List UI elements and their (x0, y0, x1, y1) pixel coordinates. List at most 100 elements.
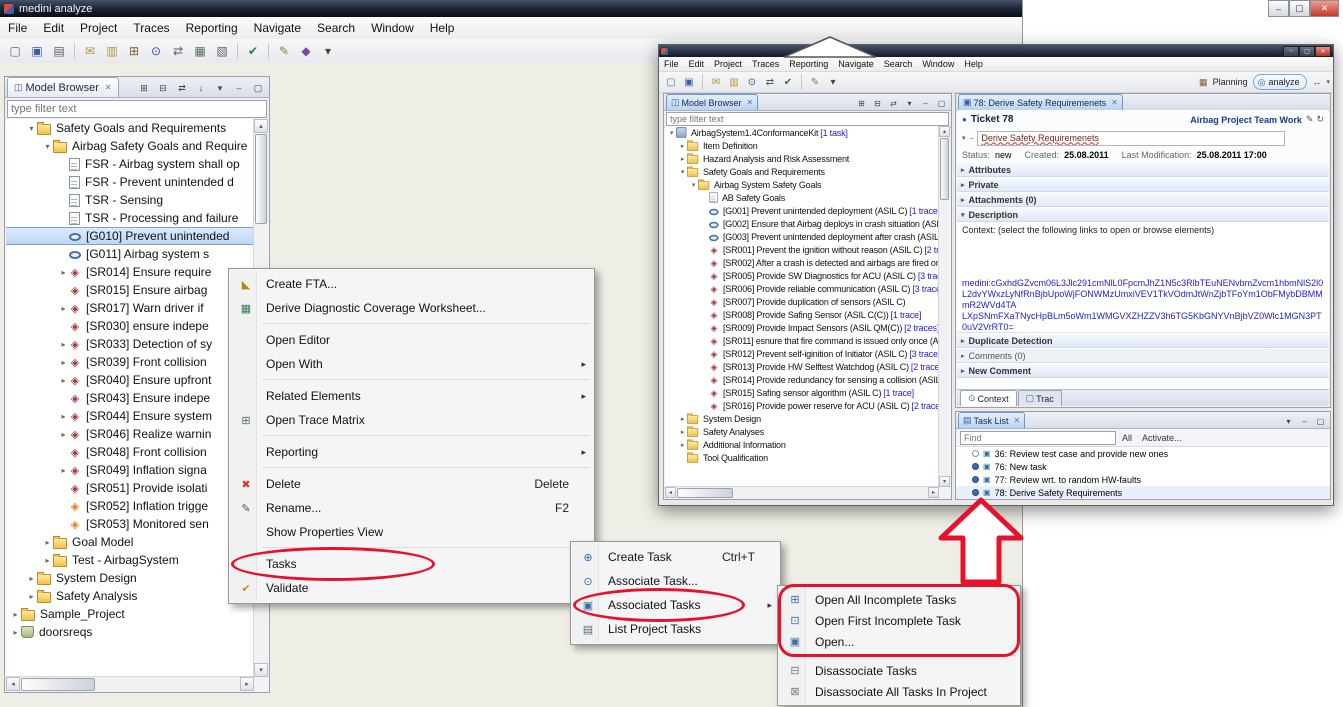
menu-file[interactable]: File (659, 59, 684, 69)
tree-item[interactable]: ▸◈[SR044] Ensure system (6, 407, 254, 425)
menu-item-open-editor[interactable]: Open Editor (230, 328, 593, 352)
footer-tab-context[interactable]: ⊙Context (960, 390, 1017, 406)
section-description[interactable]: ▾Description (957, 207, 1329, 222)
task-list-item[interactable]: ▣77: Review wrt. to random HW-faults (956, 473, 1330, 486)
menu-item-create-fta[interactable]: ◣Create FTA... (230, 272, 593, 296)
tree-item[interactable]: ◈[SR015] Ensure airbag (6, 281, 254, 299)
tree-item[interactable]: [G010] Prevent unintended (6, 227, 254, 245)
menu-edit[interactable]: Edit (35, 19, 72, 37)
scroll-left-icon[interactable]: ◂ (665, 487, 676, 498)
expand-arrow-icon[interactable]: ▸ (42, 538, 53, 547)
menu-item-open-trace-matrix[interactable]: ⊞Open Trace Matrix (230, 408, 593, 432)
tree-item[interactable]: ◈[SR013] Provide HW Selftest Watchdog (A… (665, 360, 939, 373)
medini-link[interactable]: LXpSNmFXaTNycHpBLm5oWm1WMGVXZHZZV3h6TG5K… (962, 311, 1325, 333)
perspective-planning[interactable]: Planning (1213, 77, 1248, 87)
edit-model-icon[interactable]: ✎ (273, 40, 295, 62)
tree-item[interactable]: ◈[SR030] ensure indepe (6, 317, 254, 335)
team-link[interactable]: Airbag Project Team Work (1190, 115, 1302, 125)
section-attributes[interactable]: ▸Attributes (957, 162, 1329, 177)
save-icon[interactable]: ▣ (26, 40, 48, 62)
task-list-item[interactable]: ▣78: Derive Safety Requirements (956, 486, 1330, 499)
overlay-title-bar[interactable]: – ▢ ✕ (659, 45, 1333, 57)
scrollbar-thumb[interactable] (940, 138, 949, 200)
footer-tab-trac[interactable]: ▢Trac (1018, 390, 1062, 406)
tree-item[interactable]: [G003] Prevent unintended deployment aft… (665, 230, 939, 243)
expand-arrow-icon[interactable]: ▾ (689, 181, 698, 189)
save-icon[interactable]: ▣ (680, 73, 698, 91)
expand-arrow-icon[interactable]: ▾ (42, 142, 53, 151)
tree-item[interactable]: ▸◈[SR033] Detection of sy (6, 335, 254, 353)
expand-arrow-icon[interactable]: ▸ (42, 556, 53, 565)
tree-item[interactable]: ◈[SR014] Provide redundancy for sensing … (665, 373, 939, 386)
trace-matrix-icon[interactable]: ⇄ (167, 40, 189, 62)
expand-arrow-icon[interactable]: ▸ (678, 441, 687, 449)
search-icon[interactable]: ⊙ (145, 40, 167, 62)
menu-item-associate-task[interactable]: ⊙Associate Task... (572, 569, 779, 593)
tree-item[interactable]: ◈[SR053] Monitored sen (6, 515, 254, 533)
scroll-right-icon[interactable]: ▸ (928, 487, 939, 498)
tree-item[interactable]: ◈[SR005] Provide SW Diagnostics for ACU … (665, 269, 939, 282)
toolbar-dropdown-icon[interactable]: ▾ (824, 73, 842, 91)
tree-item[interactable]: ▸System Design (665, 412, 939, 425)
expand-arrow-icon[interactable]: ▸ (58, 358, 69, 367)
sort-icon[interactable]: ↓ (192, 79, 210, 97)
tree-item[interactable]: [G002] Ensure that Airbag deploys in cra… (665, 217, 939, 230)
scroll-up-icon[interactable]: ▴ (939, 126, 950, 137)
tree-item[interactable]: ▾Safety Goals and Requirements (665, 165, 939, 178)
tree-item[interactable]: TSR - Processing and failure (6, 209, 254, 227)
tree-item[interactable]: ▸◈[SR040] Ensure upfront (6, 371, 254, 389)
close-tab-icon[interactable]: ✕ (747, 98, 754, 107)
section-duplicate-detection[interactable]: ▸Duplicate Detection (957, 333, 1329, 348)
menu-item-validate[interactable]: ✔Validate (230, 576, 593, 600)
expand-arrow-icon[interactable]: ▸ (26, 592, 37, 601)
expand-arrow-icon[interactable]: ▾ (26, 124, 37, 133)
expand-arrow-icon[interactable]: ▸ (58, 430, 69, 439)
menu-item-disassociate-all-tasks-in-project[interactable]: ⊠Disassociate All Tasks In Project (779, 681, 1019, 702)
expand-arrow-icon[interactable]: ▸ (10, 610, 21, 619)
tree-item[interactable]: ◈[SR048] Front collision (6, 443, 254, 461)
tree-item[interactable]: ▸◈[SR014] Ensure require (6, 263, 254, 281)
tree-item[interactable]: ◈[SR008] Provide Safing Sensor (ASIL C(C… (665, 308, 939, 321)
menu-project[interactable]: Project (72, 19, 125, 37)
filter-input[interactable] (7, 100, 267, 118)
tree-item[interactable]: ▾AirbagSystem1.4ConformanceKit [1 task] (665, 126, 939, 139)
tree-item[interactable]: ▸Hazard Analysis and Risk Assessment (665, 152, 939, 165)
menu-item-tasks[interactable]: Tasks▸ (230, 552, 593, 576)
scrollbar-thumb[interactable] (255, 134, 267, 224)
menu-item-rename[interactable]: ✎Rename...F2 (230, 496, 593, 520)
menu-item-derive-diagnostic-coverage-worksheet[interactable]: ▦Derive Diagnostic Coverage Worksheet... (230, 296, 593, 320)
tab-task-list[interactable]: ▤ Task List ✕ (958, 412, 1025, 428)
menu-file[interactable]: File (0, 19, 35, 37)
menu-item-reporting[interactable]: Reporting▸ (230, 440, 593, 464)
tree-item[interactable]: ▸doorsreqs (6, 623, 254, 641)
menu-help[interactable]: Help (422, 19, 463, 37)
tree-item[interactable]: ▸◈[SR017] Warn driver if (6, 299, 254, 317)
tree-item[interactable]: ▸Additional Information (665, 438, 939, 451)
tree-item[interactable]: FSR - Prevent unintended d (6, 173, 254, 191)
close-button[interactable]: ✕ (1315, 46, 1331, 57)
scrollbar-thumb[interactable] (677, 488, 733, 498)
menu-traces[interactable]: Traces (747, 59, 784, 69)
expand-arrow-icon[interactable]: ▸ (10, 628, 21, 637)
maximize-button[interactable]: ▢ (1289, 0, 1310, 17)
close-tab-icon[interactable]: ✕ (1014, 416, 1021, 425)
expand-arrow-icon[interactable]: ▸ (58, 412, 69, 421)
tree-item[interactable]: ▾Airbag System Safety Goals (665, 178, 939, 191)
validate-icon[interactable]: ✔ (779, 73, 797, 91)
expand-arrow-icon[interactable]: ▸ (678, 428, 687, 436)
tab-model-browser[interactable]: ◫ Model Browser ✕ (7, 77, 119, 97)
tree-item[interactable]: ▸Test - AirbagSystem (6, 551, 254, 569)
maximize-icon[interactable]: ▢ (934, 96, 949, 111)
tree-item[interactable]: ▾Safety Goals and Requirements (6, 119, 254, 137)
main-title-bar[interactable]: medini analyze (0, 0, 1022, 17)
expand-arrow-icon[interactable]: ▸ (58, 376, 69, 385)
tree-item[interactable]: TSR - Sensing (6, 191, 254, 209)
expand-all-icon[interactable]: ⊞ (854, 96, 869, 111)
perspective-dropdown-icon[interactable]: ▾ (1326, 78, 1330, 86)
menu-item-open-with[interactable]: Open With▸ (230, 352, 593, 376)
minimize-section-icon[interactable]: – (970, 135, 974, 142)
new-wizard-icon[interactable]: ▢ (662, 73, 680, 91)
menu-help[interactable]: Help (959, 59, 988, 69)
menu-item-open-first-incomplete-task[interactable]: ⊡Open First Incomplete Task (779, 610, 1019, 631)
section-new-comment[interactable]: ▸New Comment (957, 363, 1329, 378)
